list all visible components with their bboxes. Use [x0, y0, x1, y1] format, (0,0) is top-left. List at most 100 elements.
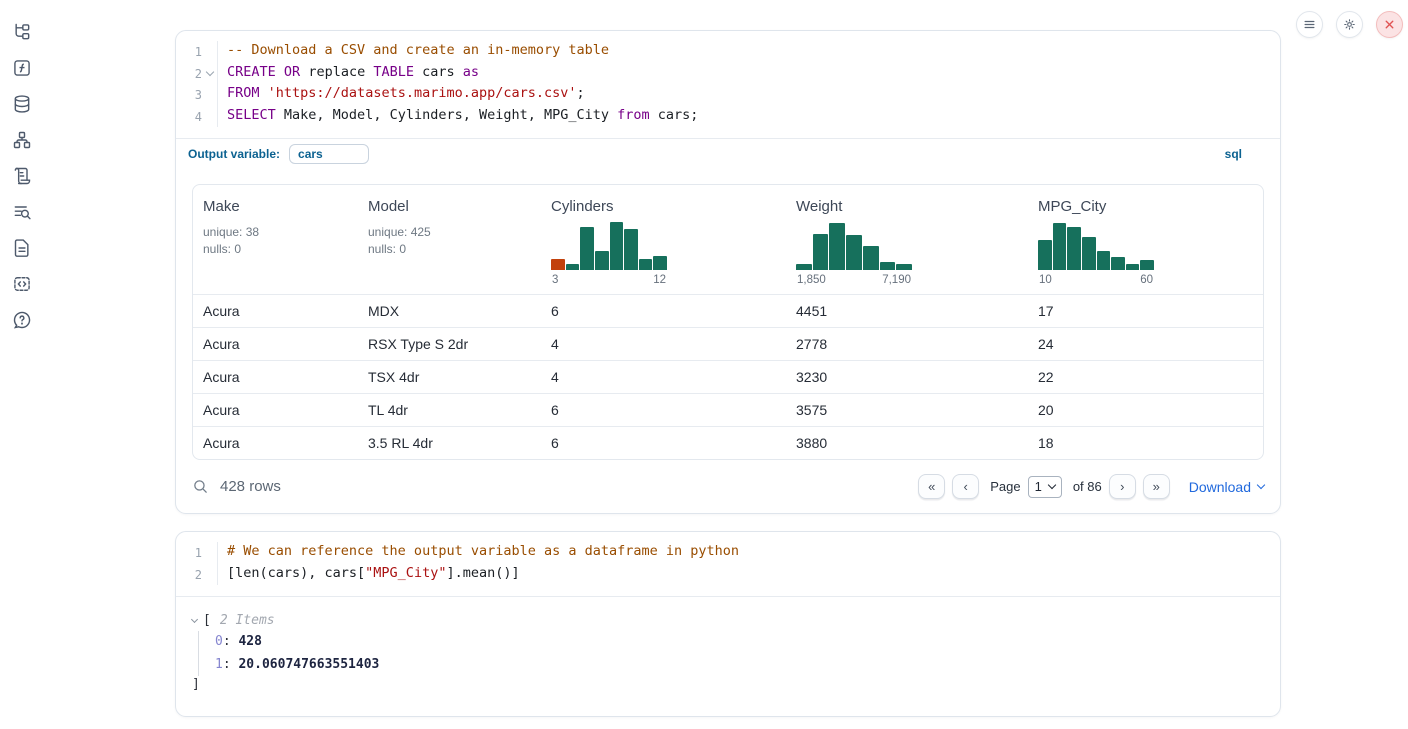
dependency-graph-icon[interactable] [12, 130, 32, 150]
python-cell: 1# We can reference the output variable … [175, 531, 1281, 717]
histogram-bar [880, 262, 896, 270]
table-body: AcuraMDX6445117AcuraRSX Type S 2dr427782… [193, 294, 1263, 459]
page-number-value: 1 [1035, 479, 1042, 494]
histogram-bar [1082, 237, 1096, 270]
file-tree-icon[interactable] [12, 22, 32, 42]
histogram-bar [796, 264, 812, 270]
column-header-make[interactable]: Make unique: 38nulls: 0 [193, 185, 358, 294]
shutdown-close-button[interactable] [1376, 11, 1403, 38]
table-cell: 20 [1028, 394, 1263, 426]
search-icon[interactable] [192, 478, 209, 495]
column-stats: unique: 38nulls: 0 [203, 224, 348, 257]
column-header-cylinders[interactable]: Cylinders312 [541, 185, 786, 294]
next-page-button[interactable]: › [1109, 474, 1136, 499]
column-header-mpg_city[interactable]: MPG_City1060 [1028, 185, 1263, 294]
output-variable-label: Output variable: [188, 147, 280, 161]
column-histogram[interactable] [1038, 222, 1154, 270]
histogram-bar [846, 235, 862, 270]
menu-button[interactable] [1296, 11, 1323, 38]
column-stats: unique: 425nulls: 0 [368, 224, 531, 257]
table-cell: 4451 [786, 295, 1028, 327]
output-variable-row: Output variable: cars sql [176, 138, 1280, 170]
last-page-button[interactable]: » [1143, 474, 1170, 499]
table-cell: 4 [541, 328, 786, 360]
results-table: Make unique: 38nulls: 0 Model unique: 425nu… [192, 184, 1264, 460]
python-code-editor[interactable]: 1# We can reference the output variable … [176, 532, 1280, 596]
table-cell: MDX [358, 295, 541, 327]
table-cell: Acura [193, 427, 358, 459]
download-label: Download [1189, 479, 1251, 495]
notebook-actions [1296, 11, 1403, 38]
code-line[interactable]: 1 -- Download a CSV and create an in-memo… [176, 41, 1280, 63]
logs-icon[interactable] [12, 166, 32, 186]
code-line[interactable]: 2CREATE OR replace TABLE cars as [176, 63, 1280, 85]
histogram-axis-labels: 1,8507,190 [796, 274, 912, 286]
histogram-bar [566, 264, 580, 270]
sql-cell: 1 -- Download a CSV and create an in-memo… [175, 30, 1281, 514]
snippets-icon[interactable] [12, 274, 32, 294]
histogram-bar [1053, 223, 1067, 270]
table-row[interactable]: AcuraTL 4dr6357520 [193, 393, 1263, 426]
result-item-key: 1 [215, 657, 223, 672]
result-item-value: 428 [238, 634, 261, 649]
column-name: Model [368, 198, 531, 215]
functions-icon[interactable] [12, 58, 32, 78]
column-histogram[interactable] [796, 222, 912, 270]
python-result-tree: [ 2 Items 0: 4281: 20.060747663551403 ] [176, 596, 1280, 716]
gutter [202, 63, 217, 85]
page-label: Page [990, 479, 1020, 494]
table-cell: Acura [193, 328, 358, 360]
notebook-main: 1 -- Download a CSV and create an in-memo… [175, 30, 1281, 717]
result-close-bracket: ] [192, 677, 1264, 692]
sql-code-editor[interactable]: 1 -- Download a CSV and create an in-memo… [176, 31, 1280, 138]
code-line[interactable]: 3FROM 'https://datasets.marimo.app/cars.… [176, 84, 1280, 106]
result-open-bracket: [ [203, 613, 211, 628]
collapse-chevron-icon[interactable] [191, 616, 198, 623]
histogram-bar [863, 246, 879, 270]
row-count-label: 428 rows [220, 478, 281, 495]
first-page-button[interactable]: « [918, 474, 945, 499]
column-name: Make [203, 198, 348, 215]
download-button[interactable]: Download [1189, 479, 1264, 495]
settings-gear-button[interactable] [1336, 11, 1363, 38]
histogram-bar [1126, 264, 1140, 270]
table-cell: 3230 [786, 361, 1028, 393]
gutter [202, 542, 217, 564]
table-cell: 6 [541, 427, 786, 459]
histogram-bar [595, 251, 609, 270]
fold-chevron-icon[interactable] [205, 68, 213, 76]
table-cell: Acura [193, 295, 358, 327]
table-cell: 18 [1028, 427, 1263, 459]
help-icon[interactable] [12, 310, 32, 330]
code-line[interactable]: 4SELECT Make, Model, Cylinders, Weight, … [176, 106, 1280, 128]
histogram-bar [1140, 260, 1154, 270]
prev-page-button[interactable]: ‹ [952, 474, 979, 499]
log-search-icon[interactable] [12, 202, 32, 222]
table-row[interactable]: Acura3.5 RL 4dr6388018 [193, 426, 1263, 459]
column-header-model[interactable]: Model unique: 425nulls: 0 [358, 185, 541, 294]
table-row[interactable]: AcuraMDX6445117 [193, 294, 1263, 327]
column-histogram[interactable] [551, 222, 667, 270]
histogram-bar [1111, 257, 1125, 270]
output-variable-input[interactable]: cars [289, 144, 369, 164]
table-cell: 2778 [786, 328, 1028, 360]
code-text: FROM 'https://datasets.marimo.app/cars.c… [217, 84, 585, 106]
line-number: 1 [176, 41, 202, 63]
column-header-weight[interactable]: Weight1,8507,190 [786, 185, 1028, 294]
result-item: 0: 428 [215, 631, 1264, 654]
result-item-value: 20.060747663551403 [238, 657, 379, 672]
table-cell: 17 [1028, 295, 1263, 327]
table-row[interactable]: AcuraRSX Type S 2dr4277824 [193, 327, 1263, 360]
documentation-icon[interactable] [12, 238, 32, 258]
table-cell: TSX 4dr [358, 361, 541, 393]
result-count-label: 2 Items [220, 613, 275, 628]
table-cell: TL 4dr [358, 394, 541, 426]
table-cell: Acura [193, 361, 358, 393]
code-line[interactable]: 2[len(cars), cars["MPG_City"].mean()] [176, 564, 1280, 586]
table-row[interactable]: AcuraTSX 4dr4323022 [193, 360, 1263, 393]
histogram-bar [580, 227, 594, 270]
code-text: -- Download a CSV and create an in-memor… [217, 41, 609, 63]
code-line[interactable]: 1# We can reference the output variable … [176, 542, 1280, 564]
page-number-select[interactable]: 1 [1028, 476, 1062, 498]
datasources-icon[interactable] [12, 94, 32, 114]
